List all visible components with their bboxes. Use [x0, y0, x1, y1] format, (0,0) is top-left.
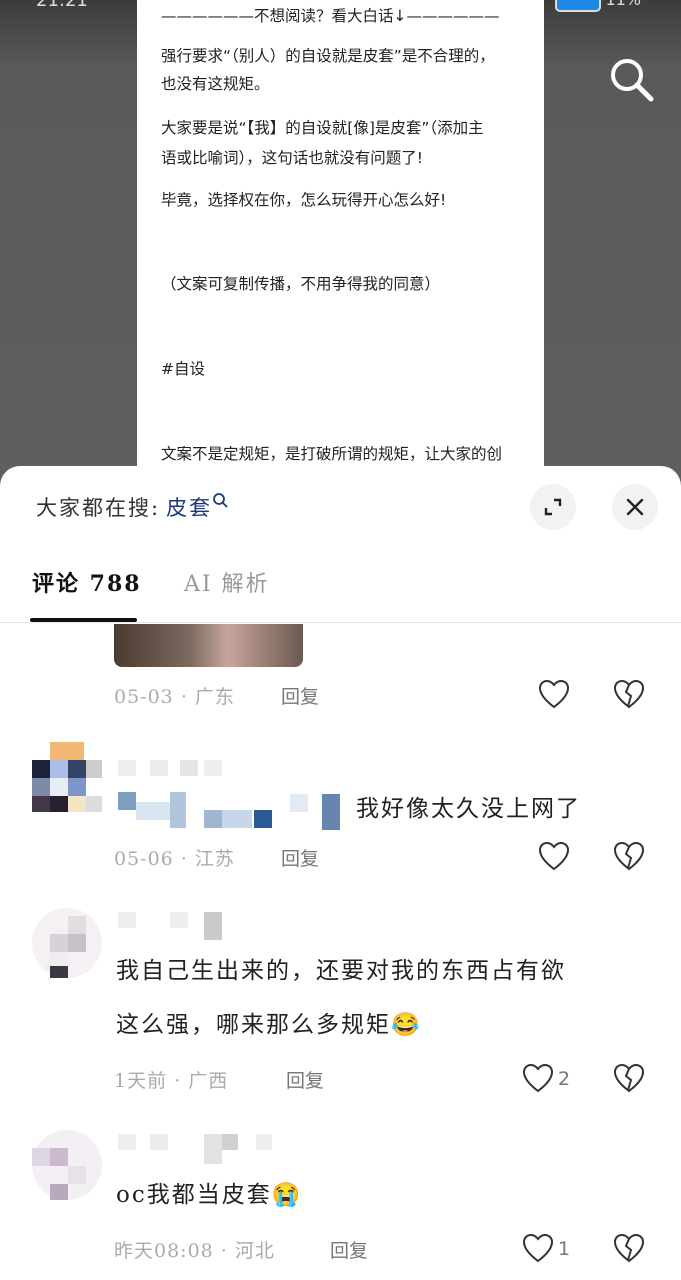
post-content: ——————不想阅读？看大白话↓—————— 强行要求“（别人）的自设就是皮套”…: [137, 0, 544, 480]
reply-button[interactable]: 回复: [330, 1236, 368, 1263]
battery-level: 11%: [605, 0, 641, 9]
post-line: 毕竟，选择权在你，怎么玩得开心怎么好!: [161, 191, 447, 209]
post-line: 语或比喻词），这句话也就没有问题了!: [161, 149, 423, 167]
like-count: 1: [558, 1238, 571, 1260]
expand-icon: [544, 498, 562, 516]
like-count: 2: [558, 1068, 571, 1090]
tab-ai-analysis[interactable]: AI 解析: [184, 566, 270, 598]
comment-meta: 05-06 · 江苏: [114, 848, 235, 870]
dislike-icon[interactable]: [612, 1232, 646, 1266]
heart-icon[interactable]: [537, 840, 571, 874]
battery-icon: [555, 0, 601, 12]
post-line: 大家要是说“【我】的自设就[像]是皮套”（添加主: [161, 119, 484, 137]
heart-icon[interactable]: [521, 1232, 555, 1266]
hot-search-keyword[interactable]: 皮套: [166, 496, 212, 520]
comment-text: 这么强，哪来那么多规矩😂: [116, 1012, 422, 1038]
comment-sheet: 大家都在搜: 皮套 评论 788 AI 解析 05-03 · 广东 回复 我好像…: [0, 466, 681, 1280]
avatar[interactable]: [32, 908, 102, 978]
avatar[interactable]: [32, 1130, 102, 1200]
dislike-icon[interactable]: [612, 678, 646, 712]
comment-meta: 昨天08:08 · 河北: [114, 1240, 275, 1262]
avatar[interactable]: [32, 742, 102, 812]
heart-icon[interactable]: [537, 678, 571, 712]
hot-search-label: 大家都在搜:: [36, 496, 161, 520]
comment-text: oc我都当皮套😭: [116, 1182, 303, 1208]
post-line: 强行要求“（别人）的自设就是皮套”是不合理的，: [161, 47, 495, 65]
comment-text: 我自己生出来的，还要对我的东西占有欲: [116, 958, 566, 984]
divider: [0, 622, 681, 623]
comment-meta: 05-03 · 广东: [114, 686, 235, 708]
close-button[interactable]: [612, 484, 658, 530]
search-icon[interactable]: [606, 54, 656, 104]
dislike-icon[interactable]: [612, 840, 646, 874]
reply-button[interactable]: 回复: [281, 844, 319, 871]
heart-icon[interactable]: [521, 1062, 555, 1096]
status-time: 21:21: [36, 0, 88, 11]
tab-comments[interactable]: 评论 788: [32, 566, 142, 598]
post-hashtag[interactable]: #自设: [161, 355, 526, 383]
expand-button[interactable]: [530, 484, 576, 530]
post-line: （文案可复制传播，不用争得我的同意）: [161, 275, 441, 293]
comment-meta: 1天前 · 广西: [114, 1070, 229, 1092]
post-line: 也没有这规矩。: [161, 75, 270, 93]
post-line: ——————不想阅读？看大白话↓——————: [161, 7, 500, 25]
reply-button[interactable]: 回复: [281, 682, 319, 709]
search-icon: [213, 493, 228, 508]
hot-search[interactable]: 大家都在搜: 皮套: [36, 492, 228, 522]
comment-text: 我好像太久没上网了: [356, 796, 581, 822]
close-icon: [626, 498, 644, 516]
dislike-icon[interactable]: [612, 1062, 646, 1096]
reply-button[interactable]: 回复: [286, 1066, 324, 1093]
comment-image[interactable]: [114, 624, 303, 667]
post-line: 文案不是定规矩，是打破所谓的规矩，让大家的创: [161, 445, 503, 463]
